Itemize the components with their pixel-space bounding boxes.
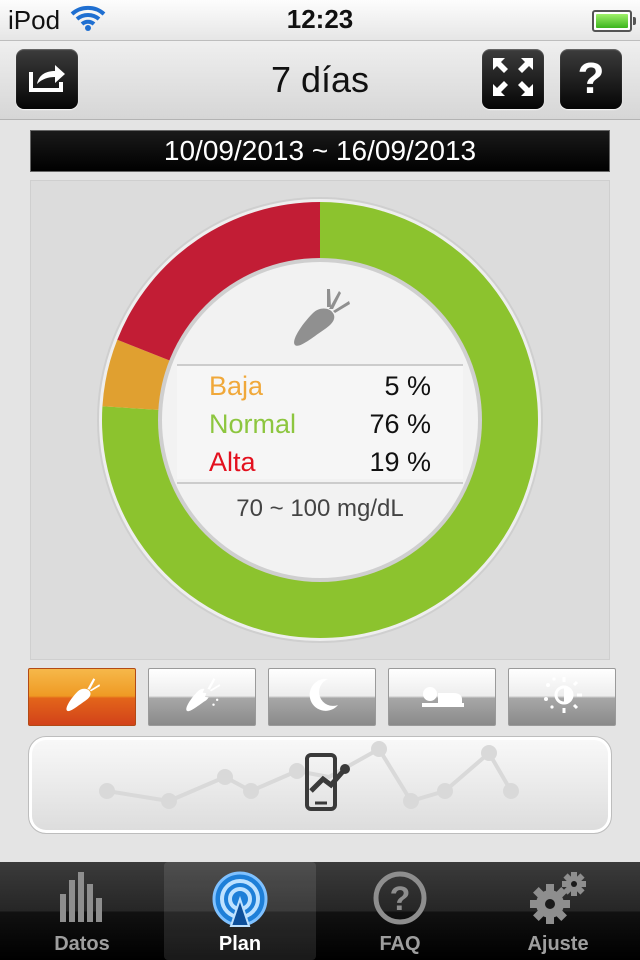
date-range: 10/09/2013 ~ 16/09/2013 bbox=[30, 130, 610, 172]
clock: 12:23 bbox=[286, 4, 354, 34]
battery-icon bbox=[592, 10, 636, 32]
tab-plan[interactable]: Plan bbox=[164, 862, 316, 960]
legend-row-baja: Baja 5 % bbox=[209, 367, 431, 405]
svg-text:?: ? bbox=[390, 880, 411, 918]
page-title: 7 días bbox=[270, 59, 370, 100]
tab-label-ajuste: Ajuste bbox=[527, 933, 589, 955]
bars-icon bbox=[6, 870, 158, 924]
expand-icon bbox=[490, 55, 536, 104]
tab-ajuste[interactable]: Ajuste bbox=[482, 862, 634, 960]
tab-label-datos: Datos bbox=[54, 933, 110, 955]
tab-other[interactable] bbox=[508, 668, 616, 726]
tab-bedtime[interactable] bbox=[268, 668, 376, 726]
tab-label-plan: Plan bbox=[218, 933, 262, 955]
trend-chart-button[interactable] bbox=[28, 736, 612, 834]
question-icon: ? bbox=[324, 870, 476, 926]
legend-value-baja: 5 % bbox=[384, 370, 431, 401]
target-range-label: 70 ~ 100 mg/dL bbox=[236, 495, 404, 522]
chart-legend: Baja 5 % Normal 76 % Alta 19 % bbox=[209, 367, 431, 481]
navigation-bar: 7 días ? bbox=[0, 41, 640, 120]
legend-label-normal: Normal bbox=[209, 408, 297, 439]
status-bar: iPod 12:23 bbox=[0, 0, 640, 41]
tab-before-meal[interactable] bbox=[28, 668, 136, 726]
help-button[interactable]: ? bbox=[560, 49, 622, 109]
phone-chart-icon bbox=[301, 751, 357, 820]
legend-value-alta: 19 % bbox=[369, 446, 431, 477]
carrot-icon bbox=[287, 285, 353, 356]
tab-after-meal[interactable] bbox=[148, 668, 256, 726]
legend-label-baja: Baja bbox=[209, 370, 264, 401]
sun-icon bbox=[542, 675, 582, 720]
meal-filter-tabs bbox=[28, 668, 616, 726]
donut-chart-panel: Baja 5 % Normal 76 % Alta 19 % 70 ~ 100 … bbox=[30, 180, 610, 660]
legend-row-alta: Alta 19 % bbox=[209, 443, 431, 481]
legend-value-normal: 76 % bbox=[369, 408, 431, 439]
tab-datos[interactable]: Datos bbox=[6, 862, 158, 960]
expand-button[interactable] bbox=[482, 49, 544, 109]
sleeping-icon bbox=[420, 682, 464, 713]
legend-label-alta: Alta bbox=[209, 446, 256, 477]
gears-icon bbox=[482, 870, 634, 926]
moon-icon bbox=[304, 677, 340, 718]
tab-bar: Datos Plan ? FAQ Ajuste bbox=[0, 862, 640, 960]
tab-faq[interactable]: ? FAQ bbox=[324, 862, 476, 960]
carrot-icon bbox=[62, 677, 102, 718]
tab-label-faq: FAQ bbox=[379, 933, 421, 955]
bitten-carrot-icon bbox=[182, 676, 222, 719]
tab-night[interactable] bbox=[388, 668, 496, 726]
target-icon bbox=[164, 870, 316, 928]
legend-row-normal: Normal 76 % bbox=[209, 405, 431, 443]
